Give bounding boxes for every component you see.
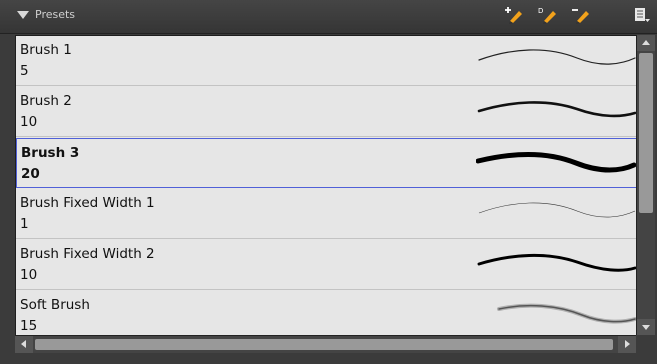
presets-collapse-toggle[interactable]: Presets	[17, 8, 75, 21]
preset-row-brush-3[interactable]: Brush 3 20	[16, 138, 637, 188]
preset-list: Brush 1 5 Brush 2 10 Brush 3 20 Brush Fi…	[15, 35, 637, 336]
presets-panel: Presets D Brush 1 5 Brush 2 10 Brush 3 2…	[0, 0, 657, 364]
collapse-triangle-icon[interactable]	[17, 10, 29, 19]
brush-stroke-preview	[478, 49, 636, 65]
preset-name: Brush 2	[20, 93, 72, 109]
horizontal-scrollbar[interactable]	[15, 335, 636, 353]
preset-name: Brush 3	[21, 145, 80, 161]
arrow-down-icon	[642, 325, 650, 330]
preset-name: Brush Fixed Width 1	[20, 195, 155, 211]
brush-stroke-preview	[497, 303, 637, 324]
preset-size: 10	[20, 267, 38, 283]
preset-name: Soft Brush	[20, 297, 90, 313]
delete-preset-icon[interactable]	[571, 6, 591, 24]
preset-size: 10	[20, 114, 38, 130]
preset-row-brush-fixed-width-1[interactable]: Brush Fixed Width 1 1	[16, 189, 637, 239]
brush-stroke-preview	[476, 152, 636, 173]
scroll-left-button[interactable]	[15, 336, 33, 353]
scroll-up-button[interactable]	[637, 35, 655, 51]
preset-size: 1	[20, 216, 29, 232]
brush-stroke-preview	[478, 202, 636, 218]
svg-text:D: D	[538, 7, 543, 15]
preset-size: 20	[21, 166, 40, 182]
arrow-left-icon	[21, 340, 26, 348]
presets-header: Presets D	[0, 0, 657, 34]
preset-name: Brush 1	[20, 42, 72, 58]
scroll-right-button[interactable]	[618, 336, 636, 353]
preset-row-brush-fixed-width-2[interactable]: Brush Fixed Width 2 10	[16, 240, 637, 290]
preset-row-brush-2[interactable]: Brush 2 10	[16, 87, 637, 137]
preset-row-brush-1[interactable]: Brush 1 5	[16, 36, 637, 86]
brush-stroke-preview	[477, 253, 637, 272]
add-preset-icon[interactable]	[504, 6, 524, 24]
panel-menu-icon[interactable]	[632, 6, 652, 24]
horizontal-scroll-thumb[interactable]	[35, 339, 613, 350]
scroll-down-button[interactable]	[637, 319, 655, 335]
presets-title: Presets	[35, 8, 76, 21]
preset-size: 15	[20, 318, 38, 334]
rename-preset-icon[interactable]: D	[538, 6, 558, 24]
arrow-right-icon	[625, 340, 630, 348]
scrollbar-corner	[636, 335, 655, 353]
preset-name: Brush Fixed Width 2	[20, 246, 155, 262]
brush-stroke-preview	[477, 101, 637, 118]
preset-size: 5	[20, 63, 29, 79]
preset-row-soft-brush[interactable]: Soft Brush 15	[16, 291, 637, 336]
vertical-scrollbar[interactable]	[636, 35, 655, 335]
vertical-scroll-thumb[interactable]	[639, 53, 653, 213]
arrow-up-icon	[642, 40, 650, 45]
